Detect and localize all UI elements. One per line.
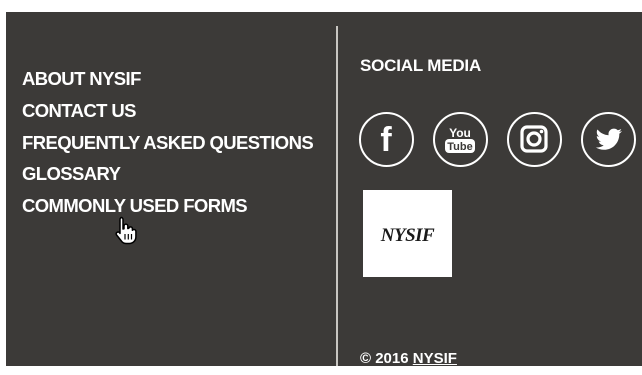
youtube-icon[interactable]: You Tube bbox=[433, 112, 488, 167]
social-media-heading: SOCIAL MEDIA bbox=[360, 56, 482, 75]
hand-pointer-cursor bbox=[114, 215, 140, 250]
nysif-logo[interactable]: NYSIF bbox=[363, 190, 452, 277]
glossary-link[interactable]: GLOSSARY bbox=[22, 158, 313, 190]
site-footer: ABOUT NYSIF CONTACT US FREQUENTLY ASKED … bbox=[6, 12, 642, 367]
instagram-icon[interactable] bbox=[507, 112, 562, 167]
twitter-icon[interactable] bbox=[581, 112, 636, 167]
faq-link[interactable]: FREQUENTLY ASKED QUESTIONS bbox=[22, 127, 314, 159]
facebook-icon[interactable]: f bbox=[359, 112, 414, 167]
facebook-glyph: f bbox=[380, 121, 392, 159]
contact-us-link[interactable]: CONTACT US bbox=[22, 95, 313, 127]
youtube-tube-text: Tube bbox=[447, 141, 472, 153]
copyright-text: © 2016 bbox=[360, 350, 413, 367]
nysif-logo-text: NYSIF bbox=[380, 225, 435, 246]
youtube-you-text: You bbox=[449, 126, 471, 140]
copyright-nysif-link[interactable]: NYSIF bbox=[413, 350, 457, 367]
about-nysif-link[interactable]: ABOUT NYSIF bbox=[22, 63, 313, 95]
commonly-used-forms-link[interactable]: COMMONLY USED FORMS bbox=[22, 190, 313, 222]
footer-divider bbox=[336, 26, 338, 366]
copyright: © 2016 NYSIF bbox=[360, 350, 457, 367]
footer-nav: ABOUT NYSIF CONTACT US FREQUENTLY ASKED … bbox=[22, 63, 314, 222]
